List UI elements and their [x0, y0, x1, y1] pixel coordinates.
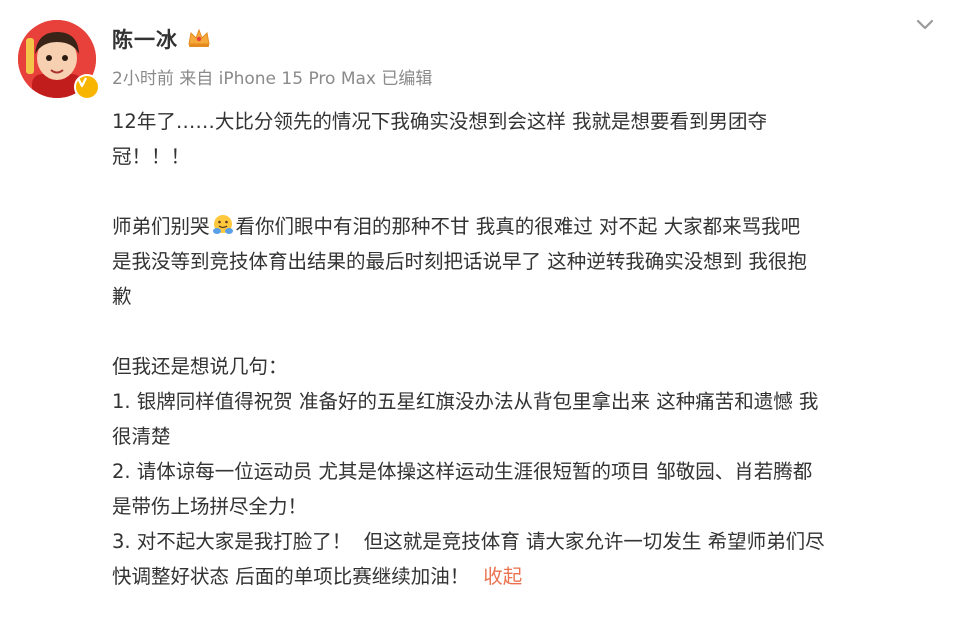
- post-body: 12年了……大比分领先的情况下我确实没想到会这样 我就是想要看到男团夺 冠！！！…: [112, 104, 942, 594]
- post-line: 2. 请体谅每一位运动员 尤其是体操这样运动生涯很短暂的项目 邹敬园、肖若腾都: [112, 460, 813, 483]
- verified-v-icon: [74, 74, 100, 100]
- chevron-down-icon[interactable]: [912, 12, 938, 38]
- avatar[interactable]: [18, 20, 100, 100]
- post-line: 快调整好状态 后面的单项比赛继续加油！ 收起: [112, 559, 942, 594]
- post-line: 歉: [112, 285, 132, 308]
- hugging-face-emoji: [212, 215, 233, 234]
- post-line: 3. 对不起大家是我打脸了！ 但这就是竞技体育 请大家允许一切发生 希望师弟们尽: [112, 530, 825, 553]
- post-meta: 2小时前 来自 iPhone 15 Pro Max 已编辑: [112, 69, 433, 89]
- post-line-text: 看你们眼中有泪的那种不甘 我真的很难过 对不起 大家都来骂我吧: [235, 215, 801, 238]
- post-line: 但我还是想说几句：: [112, 355, 288, 378]
- crown-icon: [188, 28, 210, 47]
- post-line: 师弟们别哭 看你们眼中有泪的那种不甘 我真的很难过 对不起 大家都来骂我吧: [112, 209, 942, 244]
- post-line: 是我没等到竞技体育出结果的最后时刻把话说早了 这种逆转我确实没想到 我很抱: [112, 250, 807, 273]
- post-line: 冠！！！: [112, 145, 191, 168]
- author-name[interactable]: 陈一冰: [112, 24, 178, 54]
- post-line-text: 师弟们别哭: [112, 215, 210, 238]
- collapse-link[interactable]: 收起: [483, 565, 522, 588]
- post-line: 是带伤上场拼尽全力！: [112, 495, 308, 518]
- post-line-text: 快调整好状态 后面的单项比赛继续加油！: [112, 565, 470, 588]
- post-line: 1. 银牌同样值得祝贺 准备好的五星红旗没办法从背包里拿出来 这种痛苦和遗憾 我: [112, 390, 819, 413]
- post-line: 很清楚: [112, 425, 171, 448]
- post-line: 12年了……大比分领先的情况下我确实没想到会这样 我就是想要看到男团夺: [112, 110, 768, 133]
